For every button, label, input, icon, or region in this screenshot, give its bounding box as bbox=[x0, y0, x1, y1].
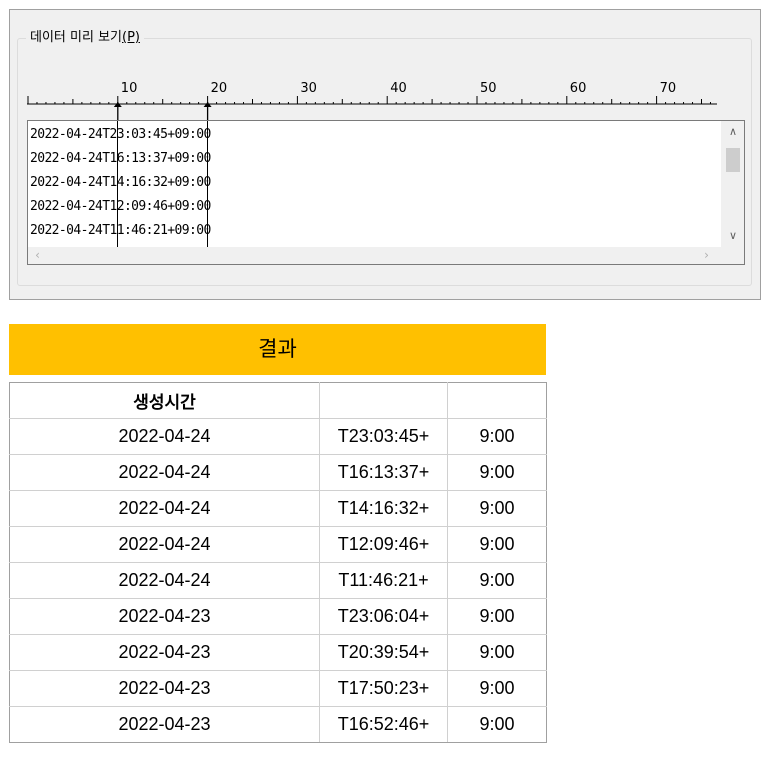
table-cell: T16:52:46+ bbox=[319, 706, 448, 743]
result-table: 생성시간 2022-04-24 T23:03:45+ 9:00 2022-04-24 T1… bbox=[9, 382, 547, 743]
table-cell: T23:06:04+ bbox=[319, 598, 448, 635]
table-cell: T20:39:54+ bbox=[319, 634, 448, 671]
preview-line: 2022-04-24T11:46:21+09:00 bbox=[30, 223, 211, 238]
ruler-label: 70 bbox=[660, 81, 677, 96]
preview-line: 2022-04-24T23:03:45+09:00 bbox=[30, 127, 211, 142]
table-row: 2022-04-24 T14:16:32+ 9:00 bbox=[9, 490, 547, 527]
table-cell: T23:03:45+ bbox=[319, 418, 448, 455]
preview-line: 2022-04-24T16:13:37+09:00 bbox=[30, 151, 211, 166]
table-cell: T17:50:23+ bbox=[319, 670, 448, 707]
table-row: 2022-04-24 T12:09:46+ 9:00 bbox=[9, 526, 547, 563]
column-break-line-2[interactable] bbox=[207, 121, 208, 251]
table-cell: 2022-04-24 bbox=[9, 490, 320, 527]
table-cell: 9:00 bbox=[447, 706, 547, 743]
table-row: 2022-04-23 T20:39:54+ 9:00 bbox=[9, 634, 547, 671]
table-cell: T11:46:21+ bbox=[319, 562, 448, 599]
ruler-label: 50 bbox=[480, 81, 497, 96]
table-header-cell: 생성시간 bbox=[9, 382, 320, 419]
chevron-down-icon[interactable]: ∨ bbox=[722, 227, 744, 245]
preview-line: 2022-04-24T14:16:32+09:00 bbox=[30, 175, 211, 190]
scrollbar-thumb[interactable] bbox=[726, 148, 740, 172]
table-header-row: 생성시간 bbox=[9, 382, 547, 419]
table-row: 2022-04-23 T17:50:23+ 9:00 bbox=[9, 670, 547, 707]
table-row: 2022-04-24 T11:46:21+ 9:00 bbox=[9, 562, 547, 599]
ruler-label: 30 bbox=[300, 81, 317, 96]
table-row: 2022-04-23 T16:52:46+ 9:00 bbox=[9, 706, 547, 743]
table-header-cell bbox=[447, 382, 547, 419]
table-row: 2022-04-23 T23:06:04+ 9:00 bbox=[9, 598, 547, 635]
table-cell: 9:00 bbox=[447, 526, 547, 563]
chevron-left-icon[interactable]: ‹ bbox=[29, 247, 46, 264]
table-cell: 9:00 bbox=[447, 490, 547, 527]
table-cell: 9:00 bbox=[447, 598, 547, 635]
table-row: 2022-04-24 T23:03:45+ 9:00 bbox=[9, 418, 547, 455]
table-cell: T14:16:32+ bbox=[319, 490, 448, 527]
table-cell: 2022-04-24 bbox=[9, 526, 320, 563]
table-cell: 9:00 bbox=[447, 418, 547, 455]
table-row: 2022-04-24 T16:13:37+ 9:00 bbox=[9, 454, 547, 491]
table-cell: 2022-04-24 bbox=[9, 454, 320, 491]
preview-line: 2022-04-24T12:09:46+09:00 bbox=[30, 199, 211, 214]
group-title-text: 데이터 미리 보기 bbox=[30, 30, 122, 45]
table-cell: 9:00 bbox=[447, 454, 547, 491]
table-cell: 2022-04-23 bbox=[9, 634, 320, 671]
table-cell: 9:00 bbox=[447, 670, 547, 707]
preview-lines: 2022-04-24T23:03:45+09:00 2022-04-24T16:1… bbox=[30, 123, 211, 243]
table-cell: 2022-04-23 bbox=[9, 670, 320, 707]
table-cell: 2022-04-24 bbox=[9, 562, 320, 599]
group-title-mnemonic: (P) bbox=[122, 30, 140, 45]
table-cell: T16:13:37+ bbox=[319, 454, 448, 491]
table-cell: 9:00 bbox=[447, 634, 547, 671]
vertical-scrollbar[interactable]: ∧ ∨ bbox=[721, 121, 744, 249]
scrollbar-corner bbox=[722, 247, 744, 264]
chevron-up-icon[interactable]: ∧ bbox=[722, 123, 744, 141]
ruler-label: 60 bbox=[570, 81, 587, 96]
data-preview-group-title: 데이터 미리 보기(P) bbox=[26, 29, 144, 47]
ruler-label: 20 bbox=[211, 81, 228, 96]
ruler-label: 10 bbox=[121, 81, 138, 96]
data-preview-box[interactable]: 2022-04-24T23:03:45+09:00 2022-04-24T16:1… bbox=[27, 120, 745, 265]
table-header-cell bbox=[319, 382, 448, 419]
table-cell: 2022-04-23 bbox=[9, 598, 320, 635]
horizontal-scrollbar[interactable]: ‹ › bbox=[28, 247, 722, 264]
table-cell: 2022-04-23 bbox=[9, 706, 320, 743]
result-header: 결과 bbox=[9, 324, 546, 375]
table-cell: T12:09:46+ bbox=[319, 526, 448, 563]
column-break-line-1[interactable] bbox=[117, 121, 118, 251]
table-cell: 2022-04-24 bbox=[9, 418, 320, 455]
chevron-right-icon[interactable]: › bbox=[698, 247, 715, 264]
column-ruler[interactable]: 10 20 30 40 50 60 70 bbox=[27, 74, 719, 120]
table-cell: 9:00 bbox=[447, 562, 547, 599]
ruler-label: 40 bbox=[390, 81, 407, 96]
